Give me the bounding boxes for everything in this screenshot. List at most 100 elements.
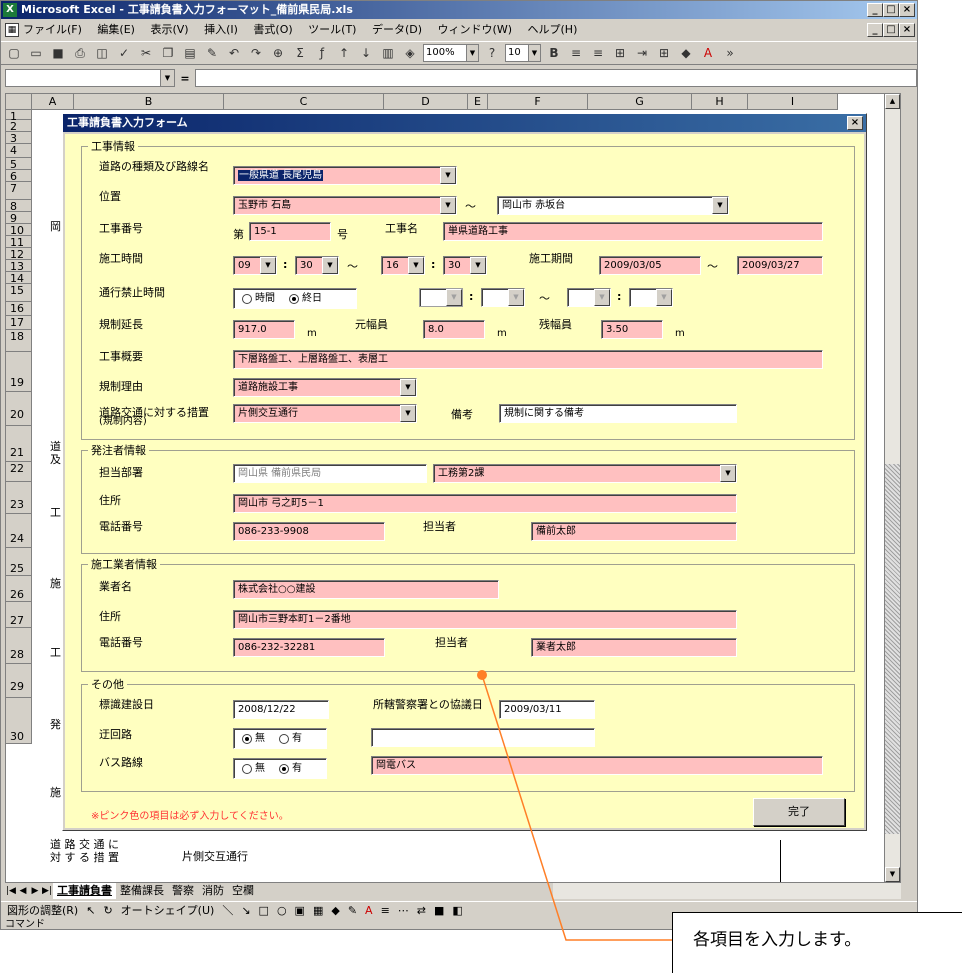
orderer-person-field[interactable]: 備前太郎	[531, 522, 737, 541]
contractor-person-field[interactable]: 業者太郎	[531, 638, 737, 657]
sort-desc-icon[interactable]: ↓	[357, 44, 375, 62]
redo-icon[interactable]: ↷	[247, 44, 265, 62]
preview-icon[interactable]: ◫	[93, 44, 111, 62]
scroll-up-icon[interactable]: ▲	[885, 94, 900, 109]
rotate-icon[interactable]: ↻	[103, 902, 112, 919]
row-header[interactable]: 5	[6, 158, 31, 171]
select-all-corner[interactable]	[6, 94, 32, 110]
row-header[interactable]: 20	[6, 392, 31, 426]
period-from-field[interactable]: 2009/03/05	[599, 256, 701, 275]
font-color-icon[interactable]: A	[365, 902, 373, 919]
column-header[interactable]: G	[588, 94, 692, 110]
menu-help[interactable]: ヘルプ(H)	[528, 23, 578, 36]
maximize-button[interactable]: □	[883, 3, 899, 17]
row-header[interactable]: 3	[6, 132, 31, 145]
closed-start-minute-select[interactable]: ▼	[481, 288, 525, 307]
closed-start-hour-select[interactable]: ▼	[419, 288, 463, 307]
contractor-phone-field[interactable]: 086-232-32281	[233, 638, 385, 657]
close-button[interactable]: ×	[899, 3, 915, 17]
radio-allday[interactable]: 終日	[289, 289, 322, 308]
row-header[interactable]: 9	[6, 212, 31, 225]
hyperlink-icon[interactable]: ⊕	[269, 44, 287, 62]
merge-center-icon[interactable]: ⊞	[611, 44, 629, 62]
undo-icon[interactable]: ↶	[225, 44, 243, 62]
line-style-icon[interactable]: ≡	[381, 902, 390, 919]
arrow-icon[interactable]: ↘	[241, 902, 250, 919]
sheet-tab[interactable]: 工事請負書	[53, 883, 116, 899]
cut-icon[interactable]: ✂	[137, 44, 155, 62]
summary-field[interactable]: 下層路盤工、上層路盤工、表層工	[233, 350, 823, 369]
wordart-icon[interactable]: ▦	[313, 902, 323, 919]
sheet-tab[interactable]: 警察	[168, 883, 198, 899]
column-header[interactable]: A	[32, 94, 74, 110]
scroll-down-icon[interactable]: ▼	[885, 867, 900, 882]
row-header[interactable]: 29	[6, 664, 31, 698]
measure-select[interactable]: 片側交互通行 ▼	[233, 404, 417, 423]
row-header[interactable]: 23	[6, 482, 31, 514]
save-icon[interactable]: ■	[49, 44, 67, 62]
doc-restore-button[interactable]: □	[883, 23, 899, 37]
section-select[interactable]: 工務第2課 ▼	[433, 464, 737, 483]
contractor-address-field[interactable]: 岡山市三野本町1－2番地	[233, 610, 737, 629]
row-header[interactable]: 14	[6, 272, 31, 285]
function-icon[interactable]: ƒ	[313, 44, 331, 62]
period-to-field[interactable]: 2009/03/27	[737, 256, 823, 275]
remarks-field[interactable]: 規制に関する備考	[499, 404, 737, 423]
row-header[interactable]: 21	[6, 426, 31, 462]
row-header[interactable]: 8	[6, 200, 31, 213]
indent-icon[interactable]: ⇥	[633, 44, 651, 62]
doc-minimize-button[interactable]: _	[867, 23, 883, 37]
radio-hours[interactable]: 時間	[242, 289, 275, 308]
help-icon[interactable]: ?	[483, 44, 501, 62]
start-minute-select[interactable]: 30 ▼	[295, 256, 339, 275]
limit-field[interactable]: 917.0	[233, 320, 295, 339]
row-header[interactable]: 18	[6, 330, 31, 352]
print-icon[interactable]: ⎙	[71, 44, 89, 62]
scroll-thumb[interactable]	[885, 464, 900, 834]
number-field[interactable]: 15-1	[249, 222, 331, 241]
zoom-select[interactable]: 100% ▼	[423, 44, 479, 62]
row-header[interactable]: 30	[6, 698, 31, 744]
name-box[interactable]: ▼	[5, 69, 175, 87]
bold-button[interactable]: B	[545, 44, 563, 62]
paste-icon[interactable]: ▤	[181, 44, 199, 62]
chart-icon[interactable]: ▥	[379, 44, 397, 62]
sheet-tab[interactable]: 整備課長	[116, 883, 168, 899]
row-header[interactable]: 7	[6, 182, 31, 200]
fill-color-icon[interactable]: ◆	[331, 902, 339, 919]
column-header[interactable]: E	[468, 94, 488, 110]
line-icon[interactable]: ＼	[222, 902, 233, 919]
row-header[interactable]: 17	[6, 316, 31, 330]
align-center-icon[interactable]: ≡	[589, 44, 607, 62]
rectangle-icon[interactable]: □	[259, 902, 269, 919]
menu-file[interactable]: ファイル(F)	[23, 23, 82, 36]
location-from-select[interactable]: 玉野市 石島 ▼	[233, 196, 457, 215]
minimize-button[interactable]: _	[867, 3, 883, 17]
menu-insert[interactable]: 挿入(I)	[204, 23, 238, 36]
radio-yes[interactable]: 有	[279, 729, 302, 748]
3d-icon[interactable]: ◧	[452, 902, 462, 919]
end-hour-select[interactable]: 16 ▼	[381, 256, 425, 275]
adjust-menu[interactable]: 図形の調整(R)	[7, 902, 78, 919]
orderer-phone-field[interactable]: 086-233-9908	[233, 522, 385, 541]
dept-field[interactable]: 岡山県 備前県民局	[233, 464, 427, 483]
location-to-select[interactable]: 岡山市 赤坂台 ▼	[497, 196, 729, 215]
width-field[interactable]: 8.0	[423, 320, 485, 339]
horizontal-scrollbar[interactable]	[553, 883, 901, 899]
spellcheck-icon[interactable]: ✓	[115, 44, 133, 62]
closed-end-minute-select[interactable]: ▼	[629, 288, 673, 307]
row-header[interactable]: 1	[6, 110, 31, 123]
prev-sheet-icon[interactable]: ◀	[17, 883, 29, 899]
closed-end-hour-select[interactable]: ▼	[567, 288, 611, 307]
sheet-tab[interactable]: 空欄	[228, 883, 258, 899]
row-header[interactable]: 13	[6, 260, 31, 273]
end-minute-select[interactable]: 30 ▼	[443, 256, 487, 275]
menu-edit[interactable]: 編集(E)	[97, 23, 135, 36]
column-header[interactable]: H	[692, 94, 748, 110]
line-color-icon[interactable]: ✎	[348, 902, 357, 919]
formula-input[interactable]	[195, 69, 917, 87]
menu-format[interactable]: 書式(O)	[253, 23, 292, 36]
bus-field[interactable]: 岡電バス	[371, 756, 823, 775]
autoshape-menu[interactable]: オートシェイプ(U)	[121, 902, 215, 919]
row-header[interactable]: 22	[6, 462, 31, 482]
